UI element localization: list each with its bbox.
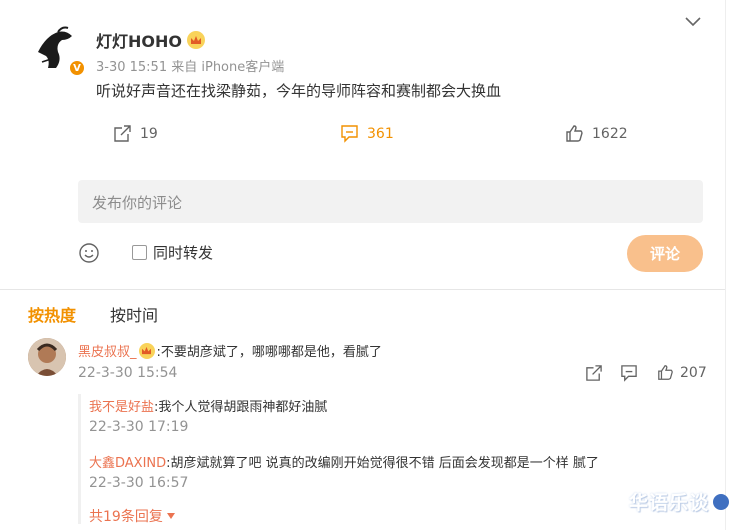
repost-button[interactable]: 19 [113, 124, 158, 143]
post-text: 听说好声音还在找梁静茹，今年的导师阵容和赛制都会大换血 [96, 82, 502, 100]
repost-count: 19 [140, 125, 158, 142]
comment-icon [341, 125, 358, 143]
repost-checkbox[interactable]: 同时转发 [132, 242, 213, 263]
reply-item: 我不是好盐:我个人觉得胡跟雨神都好油腻 [89, 396, 327, 415]
reply-date: 22-3-30 16:57 [89, 475, 189, 491]
comment-username[interactable]: 黑皮叔叔_ [78, 341, 137, 360]
tab-sort-time[interactable]: 按时间 [110, 302, 158, 326]
post-username[interactable]: 灯灯HOHO [96, 28, 182, 52]
checkbox[interactable] [132, 245, 147, 260]
comment-input[interactable]: 发布你的评论 [78, 180, 703, 223]
comment-date: 22-3-30 15:54 [78, 365, 178, 381]
reply-item: 大鑫DAXIND:胡彦斌就算了吧 说真的改编刚开始觉得很不错 后面会发现都是一个… [89, 452, 599, 471]
repost-icon [114, 125, 131, 142]
post-author-name[interactable]: 灯灯HOHO [96, 28, 205, 52]
watermark-text: 华语乐谈 [629, 492, 710, 514]
submit-comment-button[interactable]: 评论 [627, 235, 703, 272]
comment-text: :不要胡彦斌了，哪哪哪都是他，看腻了 [156, 345, 382, 360]
reply-thread-bar [78, 394, 81, 524]
crown-badge-icon [138, 342, 155, 359]
tab-sort-hot[interactable]: 按热度 [28, 302, 76, 326]
comment-like-button[interactable]: 207 [657, 364, 707, 381]
reply-date: 22-3-30 17:19 [89, 419, 189, 435]
emoji-icon[interactable] [78, 242, 100, 264]
comment-like-count: 207 [680, 364, 707, 381]
comment-avatar[interactable] [28, 338, 66, 376]
thumbs-up-icon [658, 365, 673, 380]
reply-text: :我个人觉得胡跟雨神都好油腻 [154, 400, 328, 415]
scrollbar[interactable] [725, 0, 742, 530]
like-count: 1622 [592, 125, 628, 142]
reply-text: :胡彦斌就算了吧 说真的改编刚开始觉得很不错 后面会发现都是一个样 腻了 [166, 456, 599, 471]
watermark: 华语乐谈 [629, 488, 730, 515]
comment-repost-icon[interactable] [585, 364, 603, 386]
crown-badge-icon [187, 31, 205, 49]
comment-button[interactable]: 361 [340, 124, 394, 143]
chevron-down-icon[interactable] [684, 14, 702, 28]
more-replies-label: 共19条回复 [89, 509, 163, 525]
caret-down-icon [166, 513, 175, 519]
watermark-logo-icon [713, 493, 730, 510]
thumbs-up-icon [566, 125, 583, 142]
comment-line: 黑皮叔叔_ :不要胡彦斌了，哪哪哪都是他，看腻了 [78, 341, 382, 360]
repost-checkbox-label: 同时转发 [153, 244, 214, 262]
comment-reply-icon[interactable] [620, 364, 638, 386]
like-button[interactable]: 1622 [565, 124, 628, 143]
reply-username[interactable]: 我不是好盐 [89, 400, 154, 415]
post-meta: 3-30 15:51 来自 iPhone客户端 [96, 60, 285, 75]
divider [0, 289, 725, 290]
reply-username[interactable]: 大鑫DAXIND [89, 456, 166, 471]
more-replies-link[interactable]: 共19条回复 [89, 506, 176, 526]
comment-count: 361 [367, 125, 394, 142]
verified-badge-icon: V [68, 59, 86, 77]
